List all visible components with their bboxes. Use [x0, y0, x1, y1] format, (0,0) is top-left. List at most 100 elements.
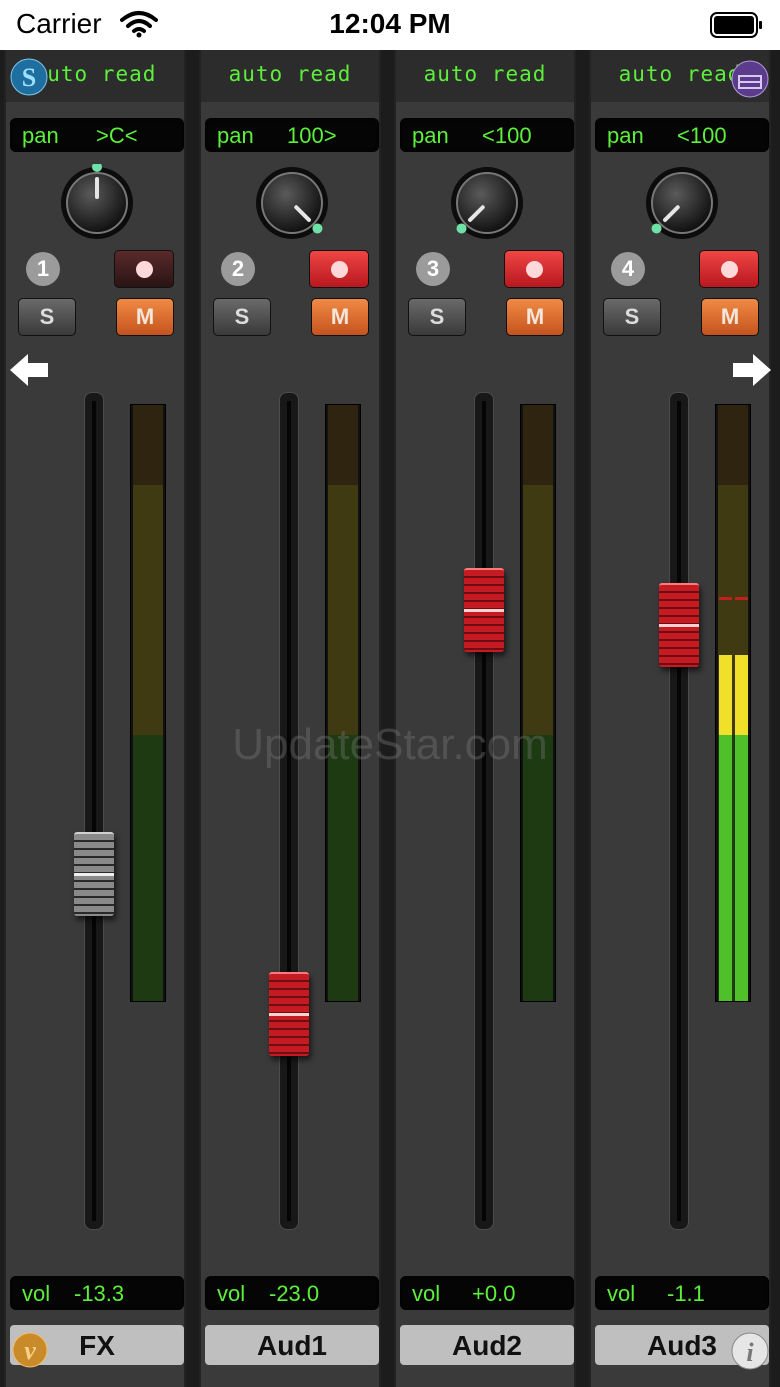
record-arm-button[interactable] [504, 250, 564, 288]
record-arm-button[interactable] [114, 250, 174, 288]
channel-name[interactable]: Aud1 [205, 1325, 379, 1365]
pan-knob[interactable] [448, 164, 526, 242]
mute-button[interactable]: M [701, 298, 759, 336]
pan-display: pan >C< [10, 118, 184, 152]
level-meter [325, 404, 361, 1002]
knob-graphic [61, 162, 133, 239]
volume-fader-track[interactable] [474, 392, 494, 1230]
fader-center-line [269, 1013, 309, 1017]
vol-label: vol [412, 1281, 441, 1306]
solo-button[interactable]: S [603, 298, 661, 336]
volume-fader-track[interactable] [279, 392, 299, 1230]
battery-icon [710, 12, 762, 38]
volume-display: vol -23.0 [205, 1276, 379, 1310]
clock: 12:04 PM [329, 8, 451, 39]
pan-value: <100 [482, 123, 532, 148]
meter-zone [328, 735, 358, 1001]
meter-zone [718, 405, 748, 485]
volume-display: vol +0.0 [400, 1276, 574, 1310]
tray-icon[interactable] [731, 60, 769, 98]
pan-indicator-dot [312, 223, 323, 234]
mixer: auto read pan >C< 1 S M vol -13.3 FX auto … [0, 50, 780, 1387]
sonar-logo-icon[interactable]: S [10, 58, 48, 96]
level-meter [520, 404, 556, 1002]
channel-strip: auto read pan 100> 2 S M vol -23.0 Aud1 [199, 50, 381, 1387]
level-meter [715, 404, 751, 1002]
record-icon [526, 261, 543, 278]
record-arm-button[interactable] [309, 250, 369, 288]
mute-button[interactable]: M [506, 298, 564, 336]
v-logo-icon[interactable]: v [12, 1332, 48, 1368]
channel-strip: auto read pan >C< 1 S M vol -13.3 FX [4, 50, 186, 1387]
volume-fader-handle[interactable] [74, 832, 114, 917]
svg-text:v: v [24, 1336, 36, 1365]
automation-mode[interactable]: auto read [201, 50, 379, 102]
vol-label: vol [22, 1281, 51, 1306]
channel-strip: auto read pan <100 3 S M vol +0.0 Aud2 [394, 50, 576, 1387]
pan-value: >C< [96, 123, 138, 148]
meter-peak-marker [719, 597, 732, 601]
pan-label: pan [22, 123, 59, 148]
volume-fader-track[interactable] [669, 392, 689, 1230]
vol-label: vol [217, 1281, 246, 1306]
meter-zone [328, 405, 358, 485]
record-icon [721, 261, 738, 278]
channel-strip: auto read pan <100 4 S M vol -1.1 Aud3 [589, 50, 771, 1387]
mute-button[interactable]: M [311, 298, 369, 336]
vol-value: +0.0 [472, 1281, 516, 1306]
record-arm-button[interactable] [699, 250, 759, 288]
channel-number: 2 [221, 252, 255, 286]
pan-knob[interactable] [58, 162, 136, 242]
mute-button[interactable]: M [116, 298, 174, 336]
vol-value: -1.1 [667, 1281, 705, 1306]
solo-button[interactable]: S [213, 298, 271, 336]
channel-number: 1 [26, 252, 60, 286]
volume-fader-track[interactable] [84, 392, 104, 1230]
knob-graphic [256, 167, 328, 239]
meter-zone [133, 735, 163, 1001]
record-icon [331, 261, 348, 278]
arrow-left-icon[interactable] [8, 352, 50, 388]
svg-text:i: i [746, 1338, 754, 1367]
fader-center-line [464, 608, 504, 612]
info-icon[interactable]: i [731, 1332, 769, 1370]
pan-display: pan <100 [595, 118, 769, 152]
automation-label: auto read [228, 62, 352, 86]
meter-peak-marker [735, 597, 748, 601]
channel-name[interactable]: Aud2 [400, 1325, 574, 1365]
status-bar: Carrier 12:04 PM [0, 0, 780, 50]
solo-button[interactable]: S [408, 298, 466, 336]
arrow-right-icon[interactable] [731, 352, 773, 388]
level-meter [130, 404, 166, 1002]
pan-indicator-dot [651, 223, 662, 234]
pan-knob[interactable] [643, 164, 721, 242]
meter-bar [719, 655, 732, 1001]
pan-knob[interactable] [253, 164, 331, 242]
meter-zone [523, 485, 553, 735]
knob-graphic [646, 167, 718, 239]
pan-label: pan [412, 123, 449, 148]
fader-center-line [74, 873, 114, 877]
channel-number: 4 [611, 252, 645, 286]
pan-display: pan <100 [400, 118, 574, 152]
record-icon [136, 261, 153, 278]
knob-graphic [451, 167, 523, 239]
volume-fader-handle[interactable] [269, 972, 309, 1057]
volume-fader-handle[interactable] [659, 583, 699, 668]
meter-zone [523, 405, 553, 485]
meter-zone [523, 735, 553, 1001]
solo-button[interactable]: S [18, 298, 76, 336]
pan-label: pan [217, 123, 254, 148]
vol-value: -13.3 [74, 1281, 125, 1306]
automation-mode[interactable]: auto read [396, 50, 574, 102]
vol-label: vol [607, 1281, 636, 1306]
automation-label: auto read [423, 62, 547, 86]
volume-display: vol -13.3 [10, 1276, 184, 1310]
pan-value: 100> [287, 123, 337, 148]
vol-value: -23.0 [269, 1281, 320, 1306]
pan-indicator-dot [456, 223, 467, 234]
fader-center-line [659, 624, 699, 628]
meter-zone [133, 485, 163, 735]
volume-fader-handle[interactable] [464, 567, 504, 652]
channel-number: 3 [416, 252, 450, 286]
